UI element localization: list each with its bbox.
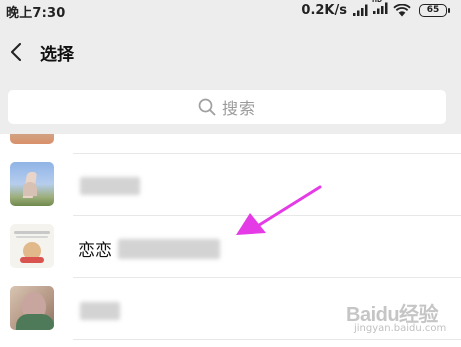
search-icon: [198, 98, 216, 116]
baidu-watermark: Baidu经验 jingyan.baidu.com: [346, 298, 458, 342]
avatar: [10, 134, 54, 144]
network-speed: 0.2K/s: [301, 2, 347, 18]
battery-level: 65: [426, 4, 440, 15]
hd-label: HD: [372, 0, 383, 4]
search-input[interactable]: 搜索: [8, 90, 446, 124]
status-time: 晚上7:30: [6, 6, 66, 21]
page-title: 选择: [40, 45, 74, 65]
wifi-icon: [393, 3, 411, 16]
watermark-subtitle: jingyan.baidu.com: [354, 323, 447, 334]
avatar: [10, 286, 54, 330]
annotation-arrow: [236, 185, 322, 235]
status-indicators: 0.2K/s HD 65: [301, 0, 450, 18]
avatar: [10, 224, 54, 268]
status-bar: 晚上7:30 0.2K/s HD 65: [0, 0, 461, 22]
title-bar: 选择: [0, 30, 461, 74]
hd-signal: HD: [372, 0, 389, 18]
avatar: [10, 162, 54, 206]
name-blur: [80, 177, 140, 195]
search-placeholder: 搜索: [221, 99, 256, 118]
back-button[interactable]: [4, 34, 34, 70]
contact-row[interactable]: [0, 134, 461, 154]
battery-icon: 65: [419, 3, 450, 17]
name-blur: [80, 302, 120, 320]
signal-icon: [353, 4, 368, 16]
chevron-left-icon: [11, 43, 21, 61]
name-blur: [118, 239, 220, 259]
contact-name: 恋恋: [78, 241, 112, 261]
